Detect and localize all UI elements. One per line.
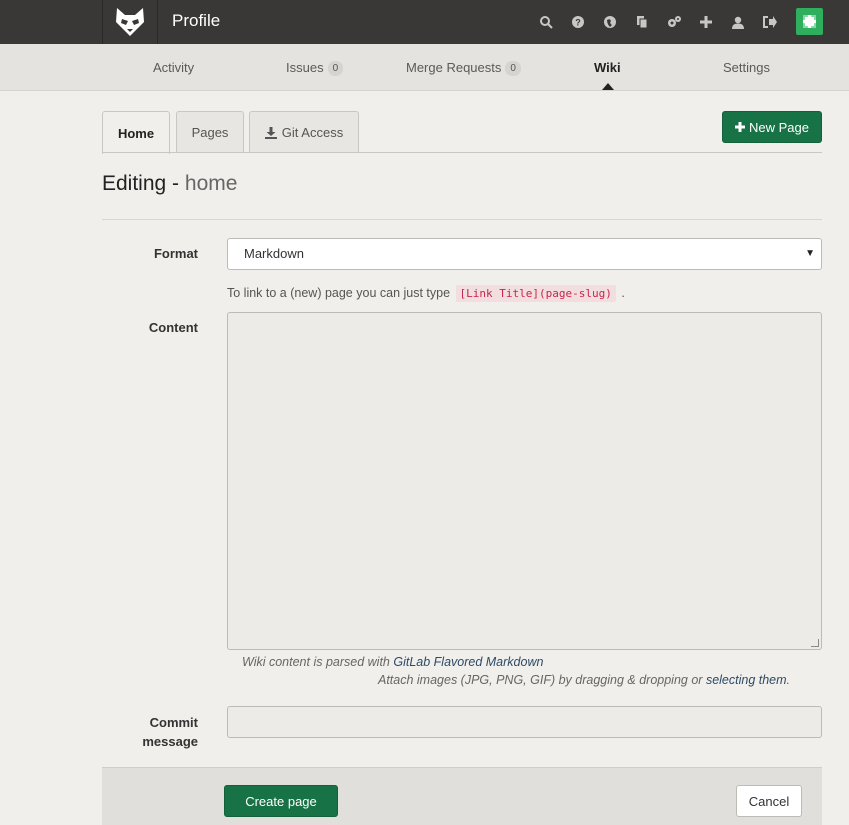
plus-icon: [735, 122, 745, 132]
attach-help-text: Attach images (JPG, PNG, GIF) by draggin…: [378, 673, 703, 687]
editing-page-name: home: [184, 172, 238, 195]
link-hint-text: To link to a (new) page you can just typ…: [227, 286, 451, 300]
download-icon: [264, 126, 277, 139]
top-navbar: Profile ?: [0, 0, 849, 44]
project-subnav: Activity Issues 0 Merge Requests 0 Wiki Se…: [0, 44, 849, 91]
markdown-help-text: Wiki content is parsed with: [242, 655, 390, 669]
content-textarea[interactable]: [227, 312, 822, 650]
nav-merge-requests[interactable]: Merge Requests 0: [406, 44, 521, 91]
nav-merge-requests-label: Merge Requests: [406, 60, 502, 75]
select-files-link[interactable]: selecting them: [706, 673, 787, 687]
nav-issues[interactable]: Issues 0: [286, 44, 344, 91]
link-hint: To link to a (new) page you can just typ…: [227, 285, 625, 302]
format-label: Format: [153, 246, 198, 261]
commit-message-input[interactable]: [227, 706, 822, 738]
cancel-button[interactable]: Cancel: [736, 785, 802, 817]
nav-activity[interactable]: Activity: [153, 44, 194, 91]
link-hint-code: [Link Title](page-slug): [455, 285, 616, 302]
tabs-divider: [102, 152, 822, 153]
nav-settings[interactable]: Settings: [723, 44, 770, 91]
new-page-label: New Page: [749, 119, 809, 135]
page-title: Profile: [172, 11, 221, 30]
tab-pages[interactable]: Pages: [176, 111, 244, 153]
content-label: Content: [148, 320, 198, 335]
commit-label-line2: message: [142, 734, 198, 749]
format-select[interactable]: Markdown ▼: [227, 238, 822, 270]
nav-wiki-label: Wiki: [594, 60, 621, 75]
link-hint-end: .: [621, 286, 625, 300]
format-select-value: Markdown: [244, 246, 304, 261]
plus-icon[interactable]: [690, 0, 722, 44]
sign-out-icon[interactable]: [754, 0, 786, 44]
search-icon[interactable]: [530, 0, 562, 44]
nav-issues-label: Issues: [286, 60, 324, 75]
attach-help-end: .: [786, 673, 791, 687]
form-actions: [102, 767, 822, 825]
settings-icon[interactable]: [658, 0, 690, 44]
user-avatar[interactable]: [796, 8, 823, 35]
user-icon[interactable]: [722, 0, 754, 44]
chevron-down-icon: ▼: [805, 248, 815, 259]
markdown-help-link[interactable]: GitLab Flavored Markdown: [393, 655, 543, 669]
tab-pages-label: Pages: [191, 125, 229, 140]
copy-icon[interactable]: [626, 0, 658, 44]
tab-home[interactable]: Home: [102, 111, 170, 154]
editing-heading-prefix: Editing -: [102, 172, 180, 195]
help-icon[interactable]: ?: [562, 0, 594, 44]
editing-heading: Editing - home: [102, 172, 237, 196]
header-icon-bar: ?: [530, 0, 786, 44]
globe-icon[interactable]: [594, 0, 626, 44]
issues-count-badge: 0: [327, 61, 344, 76]
resize-handle-icon[interactable]: [811, 639, 819, 647]
nav-activity-label: Activity: [153, 60, 195, 75]
avatar-pattern: [803, 15, 816, 28]
heading-divider: [102, 219, 822, 220]
svg-text:?: ?: [575, 18, 581, 28]
tab-git-access[interactable]: Git Access: [249, 111, 359, 153]
gitlab-logo[interactable]: [102, 0, 158, 44]
commit-message-label: Commit message: [120, 713, 198, 751]
commit-label-line1: Commit: [149, 715, 198, 730]
merge-requests-count-badge: 0: [505, 61, 521, 76]
tab-git-access-label: Git Access: [281, 125, 344, 140]
nav-settings-label: Settings: [723, 60, 770, 75]
new-page-button[interactable]: New Page: [722, 111, 822, 143]
tab-home-label: Home: [117, 125, 155, 141]
attach-help: Attach images (JPG, PNG, GIF) by draggin…: [378, 673, 790, 687]
create-page-button[interactable]: Create page: [224, 785, 338, 817]
fox-logo-icon: [116, 8, 144, 36]
markdown-help: Wiki content is parsed with GitLab Flavo…: [242, 655, 543, 669]
active-nav-caret: [602, 83, 614, 90]
